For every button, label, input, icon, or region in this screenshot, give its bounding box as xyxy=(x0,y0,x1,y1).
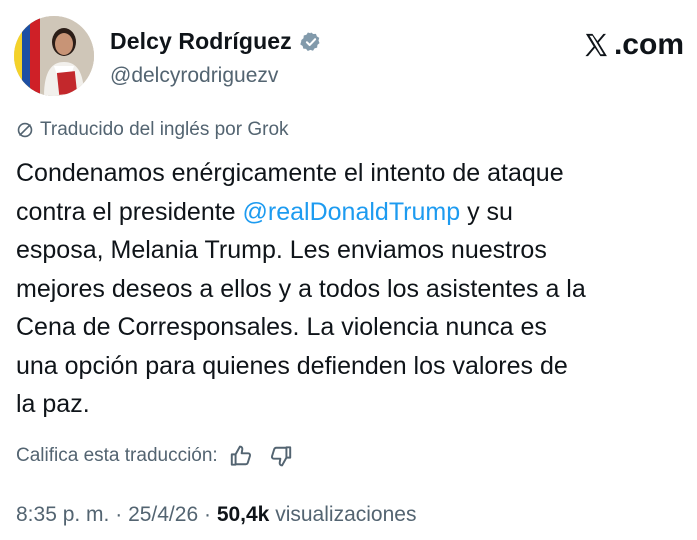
thumbs-down-icon[interactable] xyxy=(268,443,294,469)
thumbs-up-icon[interactable] xyxy=(228,443,254,469)
tweet-line: esposa, Melania Trump. Les enviamos nues… xyxy=(16,236,547,264)
tweet-text-segment: y su xyxy=(460,197,513,226)
tweet-date[interactable]: 25/4/26 xyxy=(128,503,198,526)
views-count: 50,4k xyxy=(216,503,270,526)
tweet-line: mejores deseos a ellos y a todos los asi… xyxy=(16,274,586,303)
tweet-time[interactable]: 8:35 p. m. xyxy=(16,503,109,526)
x-com-brand: .com xyxy=(583,28,684,62)
meta-separator: · xyxy=(198,503,217,526)
rate-translation-label: Califica esta traducción: xyxy=(16,445,218,466)
tweet-text: Condenamos enérgicamente el intento de a… xyxy=(16,154,684,424)
author-handle[interactable]: @delcyrodriguezv xyxy=(110,64,278,88)
brand-domain: .com xyxy=(613,28,684,61)
author-avatar[interactable] xyxy=(14,16,94,96)
x-logo-icon xyxy=(585,33,607,57)
avatar-photo xyxy=(14,16,94,96)
tweet-line: Condenamos enérgicamente el intento de a… xyxy=(16,159,564,187)
translate-icon xyxy=(17,122,33,138)
tweet-line: Cena de Corresponsales. La violencia nun… xyxy=(16,313,547,341)
views-label: visualizaciones xyxy=(269,503,417,526)
tweet-line: la paz. xyxy=(16,390,90,418)
meta-separator: · xyxy=(109,503,129,526)
tweet-meta: 8:35 p. m. · 25/4/26 · 50,4k visualizaci… xyxy=(16,503,416,527)
author-display-name[interactable]: Delcy Rodríguez xyxy=(110,28,292,55)
tweet-text-segment: contra el presidente xyxy=(16,197,243,226)
verified-badge-icon xyxy=(299,31,322,53)
translation-label: Traducido del inglés por Grok xyxy=(40,119,289,140)
mention-link[interactable]: @realDonaldTrump xyxy=(243,198,461,226)
translation-note: Traducido del inglés por Grok xyxy=(16,119,289,141)
author-name-row: Delcy Rodríguez xyxy=(110,28,322,55)
rate-translation-row: Califica esta traducción: xyxy=(16,443,294,469)
tweet-line: contra el presidente @realDonaldTrump y … xyxy=(16,193,684,232)
tweet-header: Delcy Rodríguez @delcyrodriguezv .com xyxy=(14,16,684,100)
tweet-line: una opción para quienes defienden los va… xyxy=(16,351,568,380)
